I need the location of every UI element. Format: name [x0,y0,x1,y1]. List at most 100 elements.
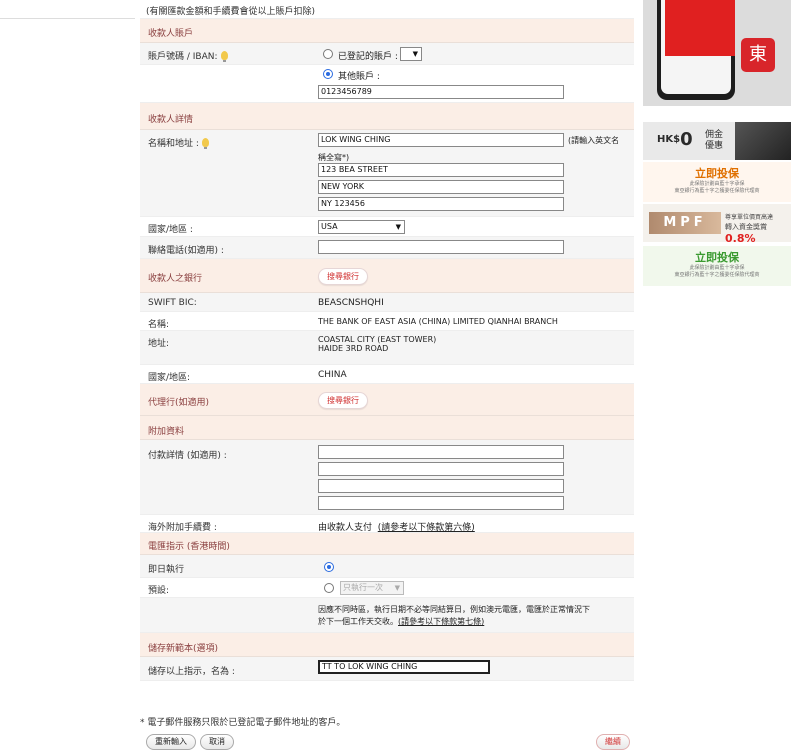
phone-row: 聯絡電話(如適用) : [140,237,634,259]
schedule-label: 預設: [148,586,170,596]
insure-sub2: 東亞銀行為藍十字之獲委任保險代理商 [674,188,760,194]
terms-7-link[interactable]: (請參考以下條款第七條) [398,617,484,626]
section-title: 代理行(如適用) [148,398,210,408]
search-bank-button[interactable]: 搜尋銀行 [318,268,368,285]
mpf-ad-banner[interactable]: MPF 尊享單位價買高達 轉入資金獎賞0.8% [643,204,791,245]
country-row: 國家/地區 : USA ▼ [140,217,634,237]
mpf-line2: 轉入資金獎賞0.8% [725,223,767,245]
remittance-form: (有關匯款金額和手續費會從以上賬戶扣除) 收款人賬戶 賬戶號碼 / IBAN: … [140,0,634,681]
bank-address-line1: COASTAL CITY (EAST TOWER) [318,335,437,344]
mpf-logo: MPF [649,212,721,234]
name-address-label: 名稱和地址 : [148,136,209,149]
section-template: 儲存新範本(選項) [140,633,634,657]
overseas-fee-value: 由收款人支付 (請參考以下條款第六條) [318,523,475,533]
bank-country-row: 國家/地區: CHINA [140,365,634,384]
section-title: 電匯指示 (香港時間) [148,542,230,552]
notice-row: 因應不同時區，執行日期不必等同結算日，例如澳元電匯，電匯於正常情況下 於下一個工… [140,598,634,633]
registered-account-select[interactable]: ▼ [400,47,422,61]
insure2-sub1: 此保險計劃由藍十字承保 [689,265,745,271]
payment-details-input-3[interactable] [318,479,564,493]
search-agent-bank-button[interactable]: 搜尋銀行 [318,392,368,409]
phone-input[interactable] [318,240,564,254]
insurance-ad-banner[interactable]: 立即投保 此保險計劃由藍十字承保 東亞銀行為藍十字之獲委任保險代理商 [643,162,791,202]
bank-name-label: 名稱: [148,320,170,330]
immediate-row: 即日執行 [140,555,634,578]
payee-name-input[interactable]: LOK WING CHING [318,133,564,147]
mpf-line1: 尊享單位價買高達 [725,214,774,221]
notice-line1: 因應不同時區，執行日期不必等同結算日，例如澳元電匯，電匯於正常情況下 [318,605,590,614]
insure2-title: 立即投保 [695,251,739,264]
country-label: 國家/地區 : [148,225,193,235]
payment-details-input-4[interactable] [318,496,564,510]
ad-image [735,122,791,160]
section-instruction: 電匯指示 (香港時間) [140,533,634,555]
name-hint: (請輸入英文名 [568,136,620,145]
terms-6-link[interactable]: (請參考以下條款第六條) [378,523,475,533]
registered-account-radio[interactable] [323,49,333,59]
payment-details-label: 付款詳情 (如適用) : [148,451,227,461]
bank-name-row: 名稱: THE BANK OF EAST ASIA (CHINA) LIMITE… [140,312,634,331]
account-row: 賬戶號碼 / IBAN: 已登記的賬戶 : ▼ [140,43,634,65]
phone-label: 聯絡電話(如適用) : [148,246,224,256]
swift-label: SWIFT BIC: [148,298,197,308]
chevron-down-icon: ▼ [394,584,400,592]
registered-account-label: 已登記的賬戶 : [338,52,398,62]
country-select[interactable]: USA ▼ [318,220,405,234]
bank-country-value: CHINA [318,370,347,380]
cancel-button[interactable]: 取消 [200,734,234,750]
schedule-select[interactable]: 只執行一次 ▼ [340,581,404,595]
schedule-row: 預設: 只執行一次 ▼ [140,578,634,598]
section-title: 儲存新範本(選項) [148,644,219,654]
bank-name-value: THE BANK OF EAST ASIA (CHINA) LIMITED QI… [318,317,558,326]
insure-title: 立即投保 [695,167,739,180]
payment-details-input-2[interactable] [318,462,564,476]
insure2-sub2: 東亞銀行為藍十字之獲委任保險代理商 [674,272,760,278]
insure-sub1: 此保險計劃由藍十字承保 [689,181,745,187]
bank-address-row: 地址: COASTAL CITY (EAST TOWER) HAIDE 3RD … [140,331,634,365]
schedule-radio[interactable] [324,583,334,593]
immediate-label: 即日執行 [148,565,185,575]
chevron-down-icon: ▼ [412,50,418,58]
insurance-ad-banner-2[interactable]: 立即投保 此保險計劃由藍十字承保 東亞銀行為藍十字之獲委任保險代理商 [643,246,791,286]
reset-button[interactable]: 重新輸入 [146,734,196,750]
section-agent-bank: 代理行(如適用) 搜尋銀行 [140,384,634,416]
bank-address-line2: HAIDE 3RD ROAD [318,344,389,353]
app-ad-banner[interactable]: 東 [643,0,791,106]
section-title: 收款人賬戶 [148,29,194,39]
address-line2-input[interactable]: NEW YORK [318,180,564,194]
notice-line2: 於下一個工作天交收。(請參考以下條款第七條) [318,617,485,626]
name-hint-2: 稱全寫*) [318,153,350,162]
bank-country-label: 國家/地區: [148,373,191,383]
payment-details-row: 付款詳情 (如適用) : [140,440,634,515]
chevron-down-icon: ▼ [395,223,401,231]
section-title: 附加資料 [148,427,185,437]
section-payee-account: 收款人賬戶 [140,19,634,43]
bea-logo-icon: 東 [741,38,775,72]
hk-zero-text: HK$0 [657,129,693,150]
top-note-row: (有關匯款金額和手續費會從以上賬戶扣除) [140,0,634,19]
phone-image [657,0,735,100]
account-number-input[interactable]: 0123456789 [318,85,564,99]
other-account-label: 其他賬戶 : [338,72,380,82]
address-line3-input[interactable]: NY 123456 [318,197,564,211]
section-title: 收款人之銀行 [148,274,203,284]
swift-value: BEASCNSHQHI [318,298,384,308]
account-label: 賬戶號碼 / IBAN: [148,49,228,62]
payment-details-input-1[interactable] [318,445,564,459]
overseas-fee-label: 海外附加手續費 : [148,523,217,533]
swift-row: SWIFT BIC: BEASCNSHQHI [140,293,634,312]
commission-ad-banner[interactable]: HK$0 佣金優惠 [643,122,791,160]
immediate-radio[interactable] [324,562,334,572]
template-name-input[interactable]: TT TO LOK WING CHING [318,660,490,674]
lightbulb-icon[interactable] [201,138,209,149]
section-payee-bank: 收款人之銀行 搜尋銀行 [140,259,634,293]
overseas-fee-row: 海外附加手續費 : 由收款人支付 (請參考以下條款第六條) [140,515,634,533]
footnote: * 電子郵件服務只限於已登記電子郵件地址的客戶。 [140,718,346,728]
other-account-row: 其他賬戶 : 0123456789 [140,65,634,103]
continue-button[interactable]: 繼續 [596,734,630,750]
commission-text: 佣金優惠 [705,130,724,151]
other-account-radio[interactable] [323,69,333,79]
address-line1-input[interactable]: 123 BEA STREET [318,163,564,177]
section-additional: 附加資料 [140,416,634,440]
lightbulb-icon[interactable] [220,51,228,62]
